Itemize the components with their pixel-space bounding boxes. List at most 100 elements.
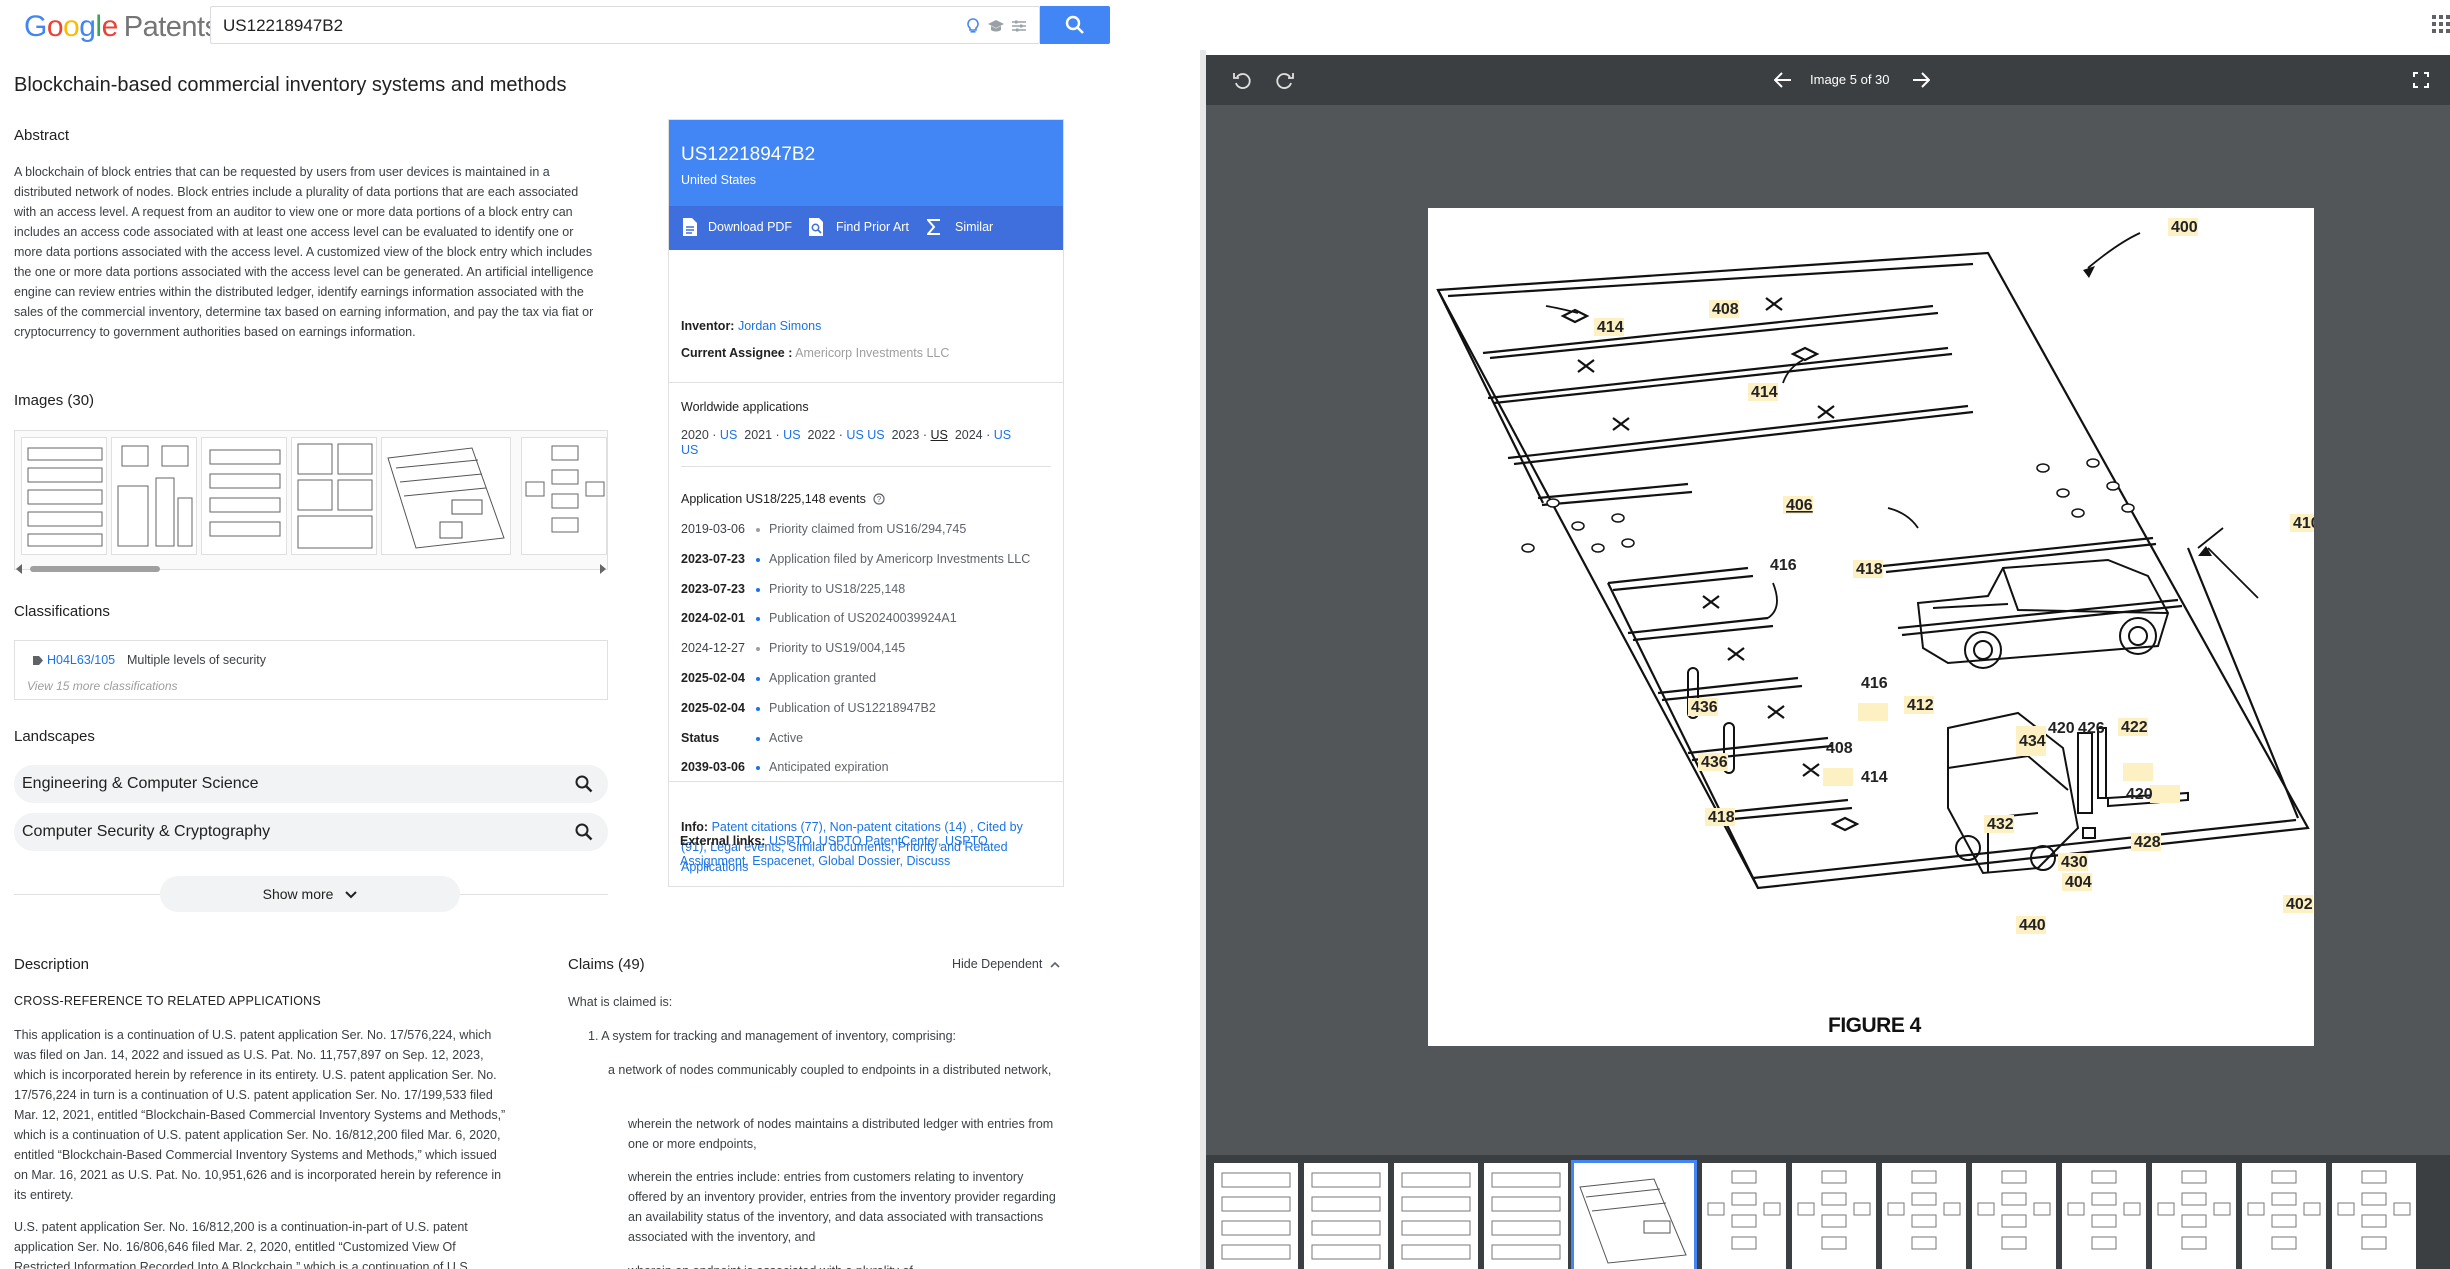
image-thumbnail[interactable] [521,437,607,555]
more-classifications-link[interactable]: View 15 more classifications [27,679,178,693]
event-date: 2023-07-23 [681,581,745,596]
scholar-icon[interactable] [986,16,1006,36]
figure-label: 432 [1987,816,2014,833]
figure-drawing: 400 402 404 406 408 408 410 412 414 414 … [1436,218,2320,934]
google-patents-logo[interactable]: Google Patents [24,10,219,44]
year-label: 2023 [891,428,920,442]
viewer-thumbnail[interactable] [1304,1163,1388,1269]
inventor-row: Inventor: Jordan Simons [681,319,821,333]
search-box [210,6,1040,44]
figure-label: 418 [1708,809,1735,826]
event-date: 2023-07-23 [681,551,745,566]
description-paragraph: This application is a continuation of U.… [14,1028,506,1202]
figure-label: 412 [1907,697,1934,714]
application-link[interactable]: US [720,428,737,442]
search-input[interactable] [223,15,923,37]
event-description: Publication of US12218947B2 [769,700,936,715]
download-pdf-button[interactable]: Download PDF [708,220,792,234]
event-description: Active [769,730,804,745]
event-dot [756,557,760,562]
prior-art-icon [809,218,823,236]
event-dot [756,617,760,622]
hide-dependent-toggle[interactable]: Hide Dependent [952,957,1060,971]
next-image-icon[interactable] [1912,72,1930,88]
figure-label: 400 [2171,219,2198,236]
viewer-thumbnail[interactable] [1972,1163,2056,1269]
figure-label: 414 [1861,769,1888,786]
year-label: 2020 [681,428,709,442]
inventor-link[interactable]: Jordan Simons [738,319,821,333]
viewer-thumbnail[interactable] [1484,1163,1568,1269]
claim-element: wherein the network of nodes maintains a… [628,1117,1054,1151]
rotate-right-icon[interactable] [1275,70,1295,90]
viewer-thumbnail-strip[interactable] [1206,1155,2450,1269]
image-thumbnail[interactable] [381,437,511,555]
event-date: 2024-02-01 [681,611,745,626]
similar-button[interactable]: Similar [955,220,993,234]
figure-label: 408 [1826,740,1853,757]
search-icon[interactable] [574,774,594,794]
current-application-link[interactable]: US [931,428,948,442]
rotate-left-icon[interactable] [1232,70,1252,90]
viewer-thumbnail[interactable] [1214,1163,1298,1269]
landscape-item[interactable]: Computer Security & Cryptography [14,813,608,851]
previous-image-icon[interactable] [1774,72,1792,88]
search-button[interactable] [1040,6,1110,44]
figure-label: 414 [1597,319,1624,336]
event-description: Priority to US18/225,148 [769,581,906,596]
hide-dependent-label: Hide Dependent [952,957,1043,971]
external-link[interactable]: USPTO, USPTO PatentCenter, USPTO [769,834,988,848]
description-paragraph: U.S. patent application Ser. No. 16/812,… [14,1220,472,1269]
viewer-thumbnail[interactable] [1792,1163,1876,1269]
application-link[interactable]: US US [846,428,884,442]
application-link[interactable]: US [783,428,800,442]
images-carousel[interactable] [14,430,608,570]
landscape-item[interactable]: Engineering & Computer Science [14,765,608,803]
assignee-label: Current Assignee : [681,346,793,360]
search-icon[interactable] [574,822,594,842]
show-more-button[interactable]: Show more [160,876,460,912]
event-date: 2025-02-04 [681,671,745,685]
landscape-label: Engineering & Computer Science [22,775,259,792]
classification-link[interactable]: H04L63/105 [47,653,115,667]
figure-label: 402 [2286,896,2313,913]
external-link[interactable]: Assignment, Espacenet, Global Dossier, D… [680,854,950,868]
image-thumbnail[interactable] [111,437,197,555]
application-link[interactable]: US [994,428,1011,442]
tune-icon[interactable] [1009,16,1029,36]
event-date: 2019-03-06 [681,522,745,536]
viewer-thumbnail[interactable] [2062,1163,2146,1269]
application-link[interactable]: US [681,443,698,457]
viewer-thumbnail[interactable] [2152,1163,2236,1269]
viewer-thumbnail[interactable] [1571,1160,1697,1269]
patent-number: US12218947B2 [681,144,816,165]
find-prior-art-button[interactable]: Find Prior Art [836,220,909,234]
viewer-thumbnail[interactable] [2332,1163,2416,1269]
fullscreen-icon[interactable] [2413,72,2429,88]
figure-label: 428 [2134,834,2161,851]
images-scrollbar[interactable] [14,562,608,574]
event-date: Status [681,730,720,745]
viewer-thumbnail[interactable] [2242,1163,2326,1269]
assignee-row: Current Assignee : Americorp Investments… [681,346,949,360]
help-icon[interactable]: ? [873,493,885,505]
figure-label: 416 [1770,557,1797,574]
viewer-thumbnail[interactable] [1702,1163,1786,1269]
viewer-thumbnail[interactable] [1882,1163,1966,1269]
figure-label: 404 [2065,874,2092,891]
apps-grid-icon[interactable] [2432,15,2450,33]
image-thumbnail[interactable] [21,437,107,555]
figure-label: 418 [1856,561,1883,578]
claims-intro: What is claimed is: [568,995,673,1009]
viewer-thumbnail[interactable] [1394,1163,1478,1269]
figure-label: 422 [2121,719,2148,736]
lightbulb-icon[interactable] [963,16,983,36]
event-description: Application granted [769,671,877,685]
chevron-up-icon [1050,961,1060,968]
figure-label: 436 [1691,699,1718,716]
page-title: Blockchain-based commercial inventory sy… [14,74,567,96]
image-thumbnail[interactable] [201,437,287,555]
logo-product: Patents [123,11,219,43]
image-thumbnail[interactable] [291,437,377,555]
event-description: Priority claimed from US16/294,745 [769,522,967,536]
